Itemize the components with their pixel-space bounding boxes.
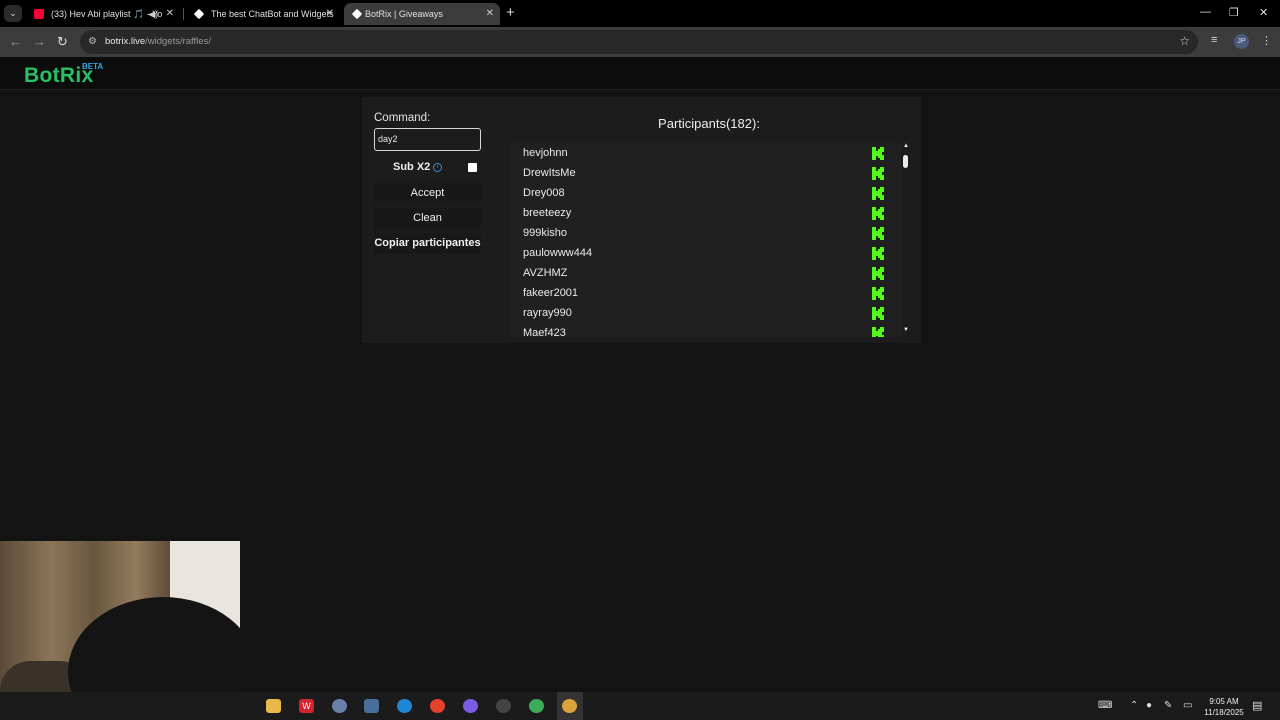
list-item: fakeer2001: [509, 283, 901, 303]
kick-icon: [872, 267, 884, 280]
media-control-icon[interactable]: ≡: [1211, 34, 1217, 46]
clean-button[interactable]: Clean: [374, 208, 481, 229]
close-tab-icon[interactable]: ✕: [486, 3, 494, 25]
close-tab-icon[interactable]: ✕: [166, 3, 174, 25]
keyboard-layout-icon[interactable]: ⌨: [1098, 700, 1112, 711]
touch-keyboard-icon[interactable]: ▭: [1183, 700, 1192, 711]
settings-app-icon[interactable]: [332, 699, 347, 713]
file-explorer-icon[interactable]: [266, 699, 281, 713]
calculator-icon[interactable]: [364, 699, 379, 713]
minimize-icon[interactable]: —: [1200, 6, 1211, 18]
tab-title: BotRix | Giveaways: [365, 9, 443, 19]
list-item: DrewItsMe: [509, 163, 901, 183]
participants-title: Participants(182):: [658, 116, 760, 131]
list-item: rayray990: [509, 303, 901, 323]
command-input[interactable]: day2: [374, 128, 481, 151]
tray-expand-icon[interactable]: ⌃: [1130, 700, 1138, 711]
chrome-profile-icon[interactable]: [562, 699, 577, 713]
kick-icon: [872, 187, 884, 200]
participant-name: AVZHMZ: [523, 267, 568, 279]
clock-date: 11/18/2025: [1204, 708, 1244, 717]
speaker-icon[interactable]: ◀): [148, 3, 158, 25]
scroll-up-icon[interactable]: ▲: [903, 143, 909, 149]
list-item: breeteezy: [509, 203, 901, 223]
chrome-icon[interactable]: [529, 699, 544, 713]
forward-icon[interactable]: →: [33, 34, 46, 50]
wps-office-icon[interactable]: W: [299, 699, 314, 713]
restore-icon[interactable]: ❐: [1229, 6, 1239, 19]
back-icon[interactable]: ←: [9, 34, 22, 50]
raffle-panel: Command: day2 Sub X2 i Accept Clean Copi…: [362, 97, 921, 343]
participant-name: breeteezy: [523, 207, 572, 219]
discord-icon[interactable]: [463, 699, 478, 713]
new-tab-icon[interactable]: +: [506, 5, 515, 21]
info-icon[interactable]: i: [433, 163, 442, 172]
address-bar[interactable]: ⚙ botrix.live/widgets/raffles/ ☆: [80, 30, 1198, 54]
url-text: botrix.live/widgets/raffles/: [105, 36, 211, 47]
browser-toolbar: ← → ↻ ⚙ botrix.live/widgets/raffles/ ☆ ≡…: [0, 27, 1280, 57]
list-item: paulowww444: [509, 243, 901, 263]
profile-avatar[interactable]: JP: [1234, 34, 1249, 49]
botrix-favicon-icon: [351, 8, 363, 20]
participant-name: Maef423: [523, 327, 566, 337]
scroll-down-icon[interactable]: ▼: [903, 327, 909, 333]
accept-button[interactable]: Accept: [374, 183, 481, 204]
list-item: AVZHMZ: [509, 263, 901, 283]
participants-list[interactable]: hevjohnn DrewItsMe Drey008 breeteezy 999…: [509, 143, 901, 337]
tab-title: (33) Hev Abi playlist 🎵 - Yo: [51, 9, 163, 19]
edge-browser-icon[interactable]: [397, 699, 412, 713]
beta-badge: BETA: [82, 62, 104, 71]
kick-icon: [872, 207, 884, 220]
kick-icon: [872, 247, 884, 260]
tab-search-button[interactable]: ⌄: [4, 5, 22, 22]
tab-title: The best ChatBot and Widgets: [211, 9, 334, 19]
participant-name: DrewItsMe: [523, 167, 576, 179]
copy-participants-button[interactable]: Copiar participantes: [374, 233, 481, 254]
list-item: hevjohnn: [509, 143, 901, 163]
participant-name: fakeer2001: [523, 287, 579, 299]
kick-icon: [872, 167, 884, 180]
tab-botrix-giveaways[interactable]: BotRix | Giveaways ✕: [344, 3, 500, 25]
microphone-icon[interactable]: ●: [1146, 700, 1152, 711]
list-item: Drey008: [509, 183, 901, 203]
tab-divider: [183, 8, 184, 20]
close-window-icon[interactable]: ✕: [1259, 6, 1268, 19]
clock-time: 9:05 AM: [1209, 697, 1239, 706]
participant-name: rayray990: [523, 307, 572, 319]
obs-icon[interactable]: [496, 699, 511, 713]
close-tab-icon[interactable]: ✕: [326, 3, 334, 25]
sub-x2-checkbox[interactable]: [468, 163, 477, 172]
app-icon[interactable]: [430, 699, 445, 713]
notification-icon[interactable]: ▤: [1252, 699, 1262, 712]
participant-name: hevjohnn: [523, 147, 568, 159]
youtube-icon: [34, 9, 44, 19]
participant-name: 999kisho: [523, 227, 568, 239]
kick-icon: [872, 307, 884, 320]
list-item: Maef423: [509, 323, 901, 337]
scroll-thumb[interactable]: [903, 155, 908, 168]
browser-menu-icon[interactable]: ⋮: [1261, 34, 1272, 47]
kick-icon: [872, 327, 884, 337]
browser-tab-bar: ⌄ (33) Hev Abi playlist 🎵 - Yo ◀) ✕ The …: [0, 0, 1280, 27]
sub-x2-label: Sub X2: [393, 161, 431, 173]
windows-taskbar: W ⌨ ⌃ ● ✎ ▭ 9:05 AM 11/18/2025 ▤: [0, 692, 1280, 720]
site-header: BotRix BETA: [0, 57, 1280, 90]
tab-botrix-home[interactable]: The best ChatBot and Widgets ✕: [186, 3, 340, 25]
pen-icon[interactable]: ✎: [1164, 700, 1172, 711]
list-item: 999kisho: [509, 223, 901, 243]
bookmark-star-icon[interactable]: ☆: [1179, 34, 1190, 48]
system-clock[interactable]: 9:05 AM 11/18/2025: [1200, 696, 1248, 718]
kick-icon: [872, 147, 884, 160]
participants-scrollbar[interactable]: ▲ ▼: [901, 143, 911, 337]
participant-name: Drey008: [523, 187, 565, 199]
kick-icon: [872, 287, 884, 300]
reload-icon[interactable]: ↻: [57, 34, 68, 50]
kick-icon: [872, 227, 884, 240]
participant-name: paulowww444: [523, 247, 593, 259]
site-info-icon[interactable]: ⚙: [88, 36, 97, 47]
command-label: Command:: [374, 112, 431, 124]
tab-youtube[interactable]: (33) Hev Abi playlist 🎵 - Yo ◀) ✕: [26, 3, 180, 25]
botrix-favicon-icon: [193, 8, 205, 20]
